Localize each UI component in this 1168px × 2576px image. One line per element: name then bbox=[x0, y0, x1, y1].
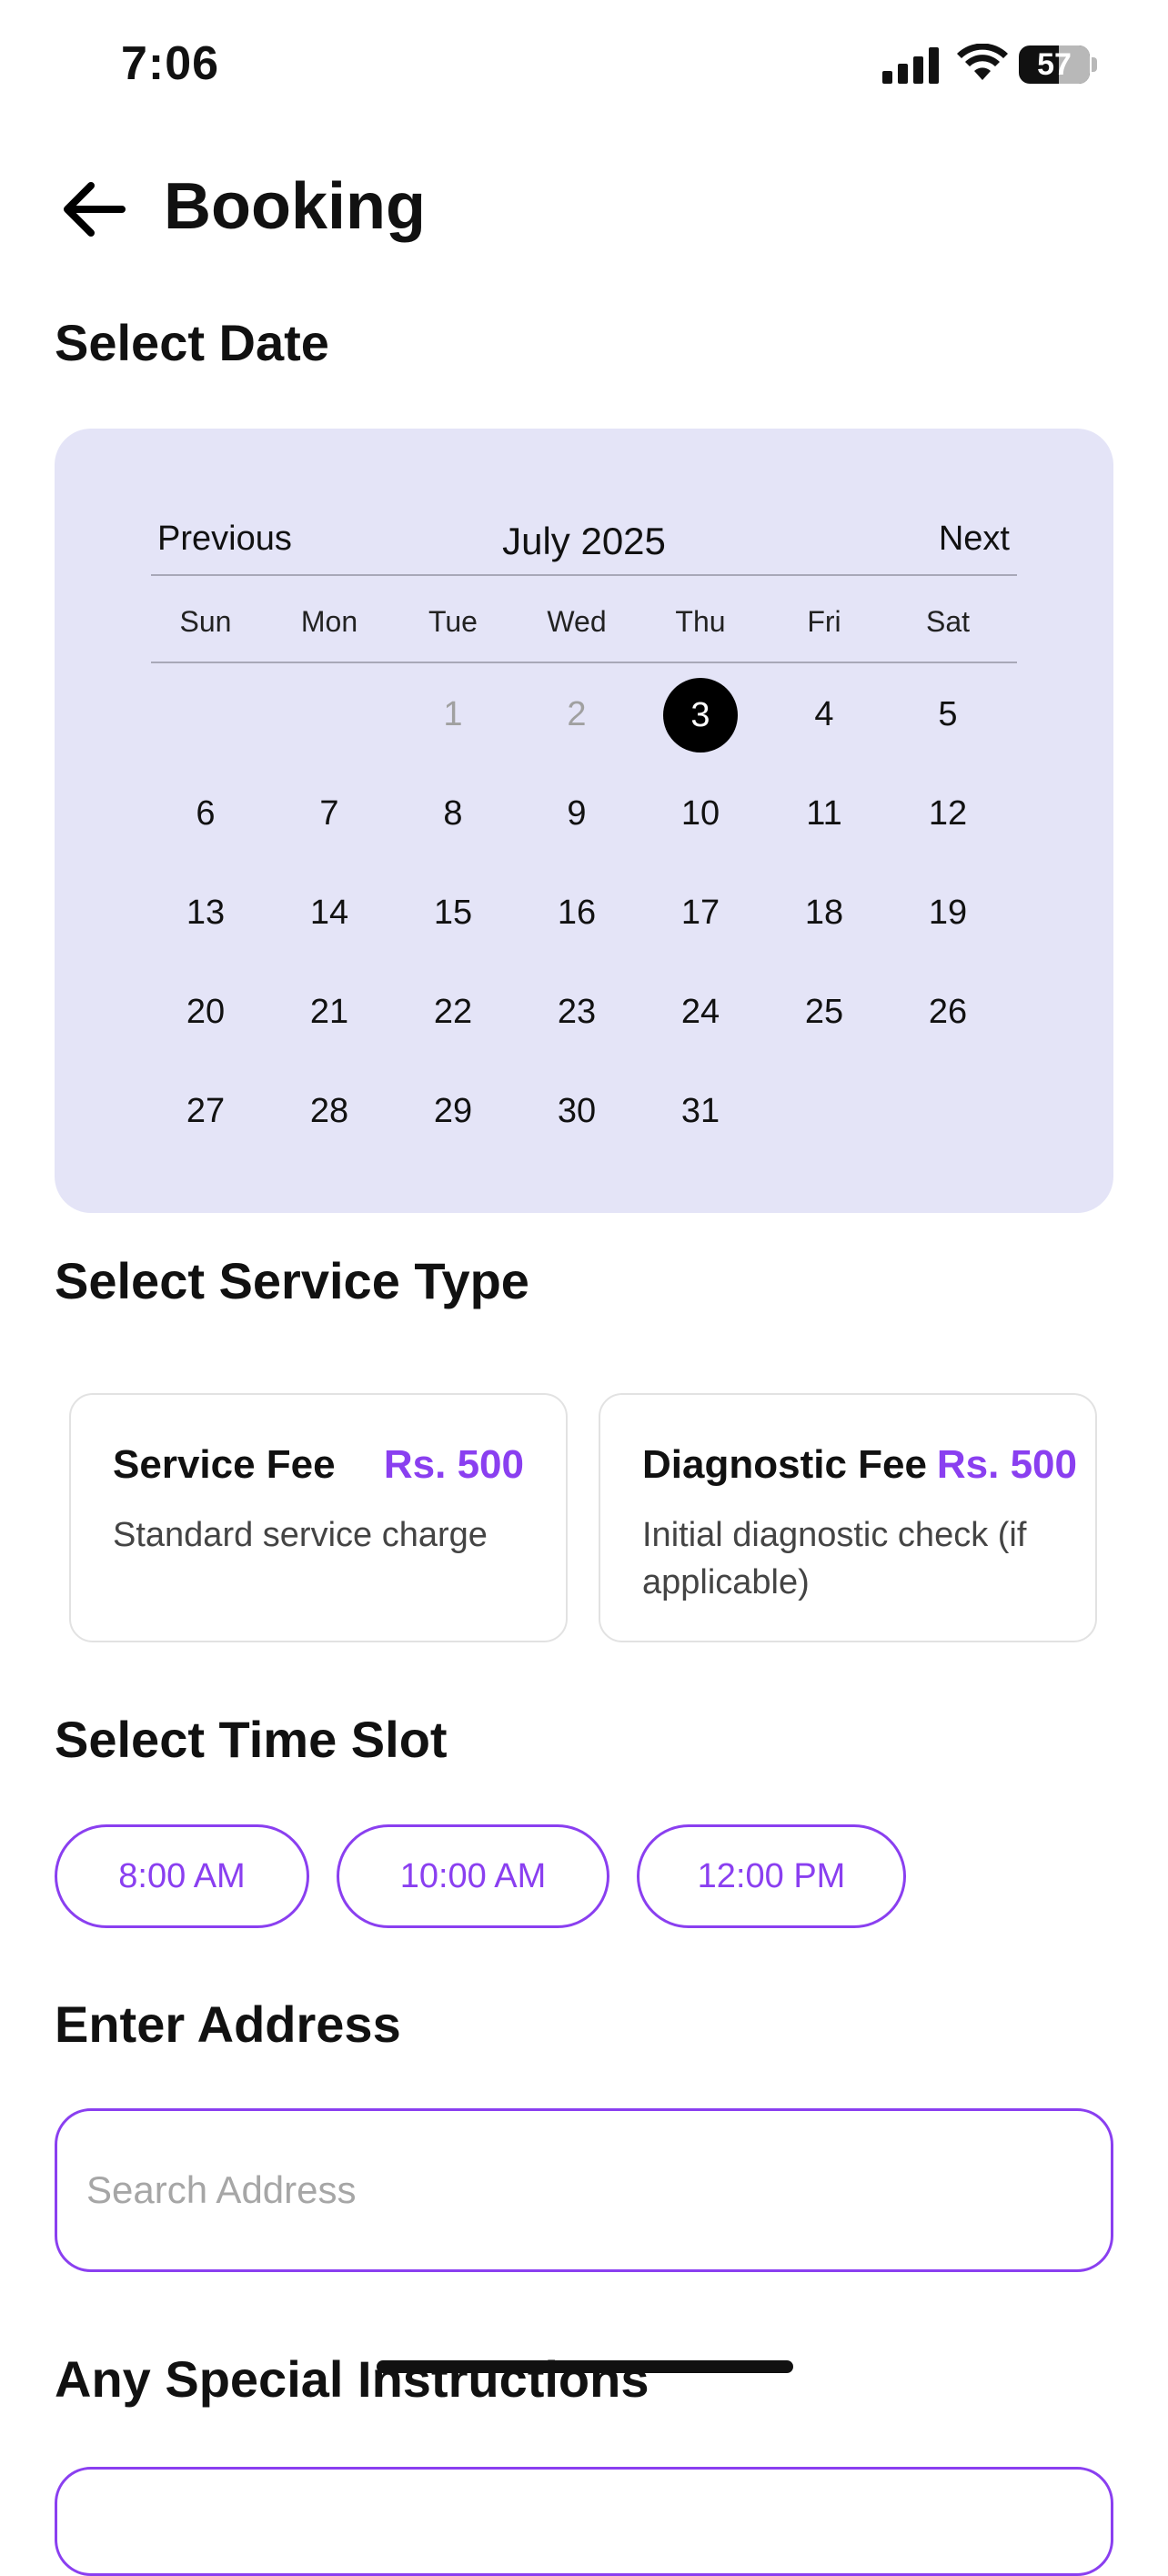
service-card-title: Diagnostic Fee bbox=[642, 1442, 927, 1487]
calendar-day[interactable]: 26 bbox=[886, 993, 1010, 1032]
page-title: Booking bbox=[164, 170, 426, 243]
service-card-diagnostic-fee[interactable]: Diagnostic Fee Rs. 500 Initial diagnosti… bbox=[599, 1393, 1097, 1642]
calendar-day[interactable]: 5 bbox=[886, 695, 1010, 734]
calendar-day[interactable]: 30 bbox=[515, 1092, 639, 1131]
back-arrow-icon[interactable] bbox=[58, 173, 131, 246]
calendar-divider bbox=[151, 662, 1017, 663]
calendar-day[interactable]: 7 bbox=[267, 794, 391, 833]
address-search-input[interactable] bbox=[55, 2108, 1113, 2272]
calendar-day[interactable]: 8 bbox=[391, 794, 515, 833]
calendar-day: 1 bbox=[443, 695, 463, 733]
calendar-month: July bbox=[502, 520, 570, 562]
time-slot-10am[interactable]: 10:00 AM bbox=[337, 1824, 609, 1928]
calendar-day[interactable]: 23 bbox=[515, 993, 639, 1032]
calendar-weekday-thu: Thu bbox=[675, 605, 726, 638]
section-title-address: Enter Address bbox=[55, 1995, 401, 2053]
calendar-day[interactable]: 12 bbox=[886, 794, 1010, 833]
calendar-day[interactable]: 10 bbox=[639, 794, 762, 833]
calendar-day[interactable]: 14 bbox=[267, 894, 391, 933]
calendar: Previous July 2025 Next Sun Mon Tue Wed Thu F… bbox=[55, 429, 1113, 1213]
section-title-time: Select Time Slot bbox=[55, 1711, 448, 1768]
service-card-description: Standard service charge bbox=[113, 1516, 488, 1554]
calendar-day[interactable]: 28 bbox=[267, 1092, 391, 1131]
special-instructions-input[interactable] bbox=[55, 2467, 1113, 2576]
time-slot-12pm[interactable]: 12:00 PM bbox=[637, 1824, 906, 1928]
calendar-day[interactable]: 15 bbox=[391, 894, 515, 933]
calendar-weekday-tue: Tue bbox=[428, 605, 478, 638]
cellular-signal-icon bbox=[882, 47, 941, 84]
battery-level: 57 bbox=[1037, 47, 1072, 82]
calendar-day[interactable]: 18 bbox=[762, 894, 886, 933]
calendar-day[interactable]: 4 bbox=[762, 695, 886, 734]
calendar-weekday-wed: Wed bbox=[547, 605, 607, 638]
status-time: 7:06 bbox=[121, 37, 220, 90]
calendar-day[interactable]: 13 bbox=[144, 894, 267, 933]
calendar-next-button[interactable]: Next bbox=[939, 520, 1010, 559]
calendar-weekday-sun: Sun bbox=[179, 605, 232, 638]
calendar-day[interactable]: 31 bbox=[639, 1092, 762, 1131]
calendar-day: 2 bbox=[567, 695, 587, 733]
calendar-weekday-mon: Mon bbox=[300, 605, 358, 638]
calendar-day[interactable]: 6 bbox=[144, 794, 267, 833]
calendar-year: 2025 bbox=[580, 520, 666, 562]
section-title-instructions: Any Special Instructions bbox=[55, 2350, 649, 2408]
service-card-title: Service Fee bbox=[113, 1442, 336, 1487]
service-card-price: Rs. 500 bbox=[936, 1442, 1077, 1487]
calendar-day[interactable]: 20 bbox=[144, 993, 267, 1032]
calendar-day[interactable]: 24 bbox=[639, 993, 762, 1032]
calendar-weekday-fri: Fri bbox=[807, 605, 841, 638]
time-slot-8am[interactable]: 8:00 AM bbox=[55, 1824, 309, 1928]
calendar-day-selected[interactable]: 3 bbox=[663, 678, 738, 753]
wifi-icon bbox=[957, 44, 1008, 80]
service-card-price: Rs. 500 bbox=[383, 1442, 524, 1487]
calendar-day[interactable]: 21 bbox=[267, 993, 391, 1032]
battery-icon: 57 bbox=[1019, 45, 1090, 84]
calendar-day[interactable]: 22 bbox=[391, 993, 515, 1032]
calendar-weekday-sat: Sat bbox=[925, 605, 971, 638]
service-card-description: Initial diagnostic check (if applicable) bbox=[642, 1516, 1027, 1601]
service-card-service-fee[interactable]: Service Fee Rs. 500 Standard service cha… bbox=[69, 1393, 568, 1642]
section-title-date: Select Date bbox=[55, 314, 329, 371]
calendar-day[interactable]: 19 bbox=[886, 894, 1010, 933]
calendar-divider bbox=[151, 574, 1017, 576]
calendar-day[interactable]: 27 bbox=[144, 1092, 267, 1131]
calendar-day[interactable]: 16 bbox=[515, 894, 639, 933]
calendar-day[interactable]: 11 bbox=[762, 794, 886, 833]
battery-cap bbox=[1092, 57, 1097, 72]
calendar-day[interactable]: 17 bbox=[639, 894, 762, 933]
section-title-service: Select Service Type bbox=[55, 1252, 529, 1309]
calendar-day[interactable]: 9 bbox=[515, 794, 639, 833]
home-indicator bbox=[377, 2360, 793, 2373]
calendar-day[interactable]: 29 bbox=[391, 1092, 515, 1131]
calendar-day[interactable]: 25 bbox=[762, 993, 886, 1032]
